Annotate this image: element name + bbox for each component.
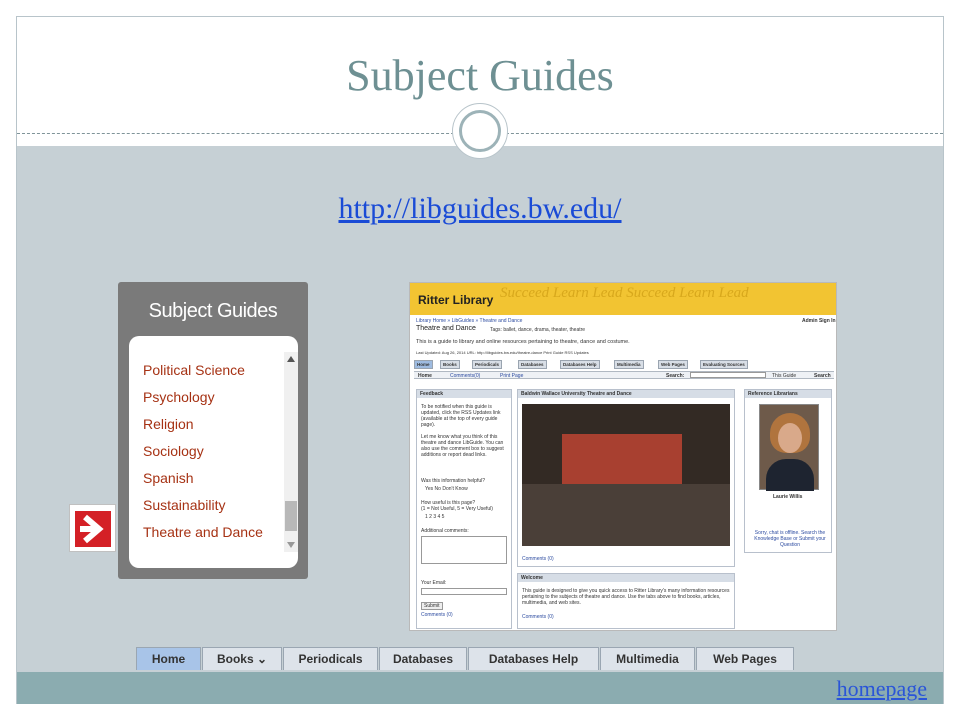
libguides-url-link[interactable]: http://libguides.bw.edu/ — [0, 192, 960, 226]
subject-item-sociology[interactable]: Sociology — [143, 443, 204, 459]
nav-tab-books[interactable]: Books ⌄ — [202, 647, 282, 670]
guide-subbar: Home Comments(0) Print Page Search: This… — [414, 371, 834, 379]
comments-textarea[interactable] — [421, 536, 507, 564]
theatre-photo-header: Baldwin Wallace University Theatre and D… — [518, 390, 734, 398]
feedback-comments-link[interactable]: Comments (0) — [421, 612, 453, 618]
subbar-print-page[interactable]: Print Page — [500, 373, 523, 379]
photo-comments-link[interactable]: Comments (0) — [522, 556, 554, 562]
welcome-text: This guide is designed to give you quick… — [522, 588, 730, 606]
submit-button[interactable]: Submit — [421, 602, 443, 610]
guide-tab-databases-help[interactable]: Databases Help — [560, 360, 600, 369]
guide-tab-web-pages[interactable]: Web Pages — [658, 360, 688, 369]
right-arrow-icon — [75, 511, 111, 547]
welcome-header: Welcome — [518, 574, 734, 582]
scroll-up-icon[interactable] — [287, 356, 295, 362]
comments-label: Additional comments: — [421, 528, 469, 534]
nav-tab-databases-help[interactable]: Databases Help — [468, 647, 599, 670]
homepage-link[interactable]: homepage — [837, 676, 927, 702]
subject-item-political-science[interactable]: Political Science — [143, 362, 245, 378]
nav-tab-web-pages[interactable]: Web Pages — [696, 647, 794, 670]
admin-sign-in-link[interactable]: Admin Sign In — [802, 318, 836, 324]
chat-offline-text[interactable]: Sorry, chat is offline. Search the Knowl… — [751, 530, 829, 548]
guide-tab-evaluating-sources[interactable]: Evaluating Sources — [700, 360, 748, 369]
subbar-home[interactable]: Home — [418, 373, 432, 379]
search-input[interactable] — [690, 372, 766, 378]
guide-tab-multimedia[interactable]: Multimedia — [614, 360, 644, 369]
nav-tab-home[interactable]: Home — [136, 647, 201, 670]
search-label: Search: — [666, 373, 685, 379]
feedback-intro-text: Let me know what you think of this theat… — [421, 434, 504, 458]
guide-tab-periodicals[interactable]: Periodicals — [472, 360, 503, 369]
guide-nav-tabs: Home Books ⌄ Periodicals Databases Datab… — [136, 647, 796, 670]
guide-tab-home[interactable]: Home — [414, 360, 433, 369]
theatre-seats — [562, 434, 682, 484]
nav-tab-periodicals[interactable]: Periodicals — [283, 647, 378, 670]
helpful-question: Was this information helpful? — [421, 478, 486, 484]
librarian-photo — [759, 404, 819, 491]
search-scope-select[interactable]: This Guide — [772, 373, 796, 379]
subject-list-scrollbar[interactable] — [284, 352, 298, 552]
subject-item-spanish[interactable]: Spanish — [143, 470, 194, 486]
guide-description: This is a guide to library and online re… — [416, 339, 630, 345]
subject-guides-list: Political Science Psychology Religion So… — [129, 336, 298, 568]
footer-band — [17, 672, 943, 704]
email-label: Your Email: — [421, 580, 447, 586]
library-banner: Succeed Learn Lead Succeed Learn Lead Ri… — [410, 283, 836, 315]
subject-item-psychology[interactable]: Psychology — [143, 389, 215, 405]
reference-librarians-header: Reference Librarians — [745, 390, 831, 398]
welcome-box: Welcome This guide is designed to give y… — [517, 573, 735, 629]
guide-meta: Last Updated: Aug 26, 2014 URL: http://l… — [416, 350, 589, 355]
librarian-name: Laurie Willis — [773, 494, 803, 500]
email-field[interactable] — [421, 588, 507, 595]
welcome-comments-link[interactable]: Comments (0) — [522, 614, 554, 620]
scrollbar-thumb[interactable] — [285, 501, 297, 531]
helpful-options[interactable]: Yes No Don't Know — [425, 486, 468, 492]
stage-floor — [522, 484, 730, 546]
divider-circle-inner — [459, 110, 501, 152]
librarian-shirt — [766, 459, 814, 491]
divider-circle-ornament — [452, 103, 508, 159]
search-button[interactable]: Search — [814, 373, 831, 379]
useful-scale: (1 = Not Useful, 5 = Very Useful) — [421, 506, 493, 512]
subject-item-theatre-and-dance[interactable]: Theatre and Dance — [143, 524, 263, 540]
guide-title: Theatre and Dance — [416, 325, 476, 332]
pointer-arrow-box — [69, 504, 116, 552]
useful-options[interactable]: 1 2 3 4 5 — [425, 514, 444, 520]
guide-tab-databases[interactable]: Databases — [518, 360, 547, 369]
reference-librarians-box: Reference Librarians Laurie Willis Sorry… — [744, 389, 832, 553]
subject-guides-header: Subject Guides — [148, 300, 278, 322]
library-name: Ritter Library — [418, 293, 494, 307]
feedback-rss-text: To be notified when this guide is update… — [421, 404, 501, 428]
scroll-down-icon[interactable] — [287, 542, 295, 548]
subject-item-sustainability[interactable]: Sustainability — [143, 497, 226, 513]
nav-tab-multimedia[interactable]: Multimedia — [600, 647, 695, 670]
theatre-photo — [522, 404, 730, 546]
nav-tab-databases[interactable]: Databases — [379, 647, 467, 670]
libguide-page-screenshot: Succeed Learn Lead Succeed Learn Lead Ri… — [409, 282, 837, 631]
feedback-header: Feedback — [417, 390, 511, 398]
librarian-face — [778, 423, 802, 453]
subject-item-religion[interactable]: Religion — [143, 416, 194, 432]
theatre-photo-box: Baldwin Wallace University Theatre and D… — [517, 389, 735, 567]
guide-tab-books[interactable]: Books — [440, 360, 460, 369]
subject-guides-widget: Subject Guides Political Science Psychol… — [118, 282, 308, 579]
slide-title: Subject Guides — [346, 51, 614, 100]
banner-watermark: Succeed Learn Lead Succeed Learn Lead — [500, 285, 749, 301]
subbar-comments[interactable]: Comments(0) — [450, 373, 480, 379]
guide-tags: Tags: ballet, dance, drama, theater, the… — [490, 327, 586, 333]
feedback-box: Feedback To be notified when this guide … — [416, 389, 512, 629]
breadcrumb[interactable]: Library Home » LibGuides » Theatre and D… — [416, 318, 522, 324]
